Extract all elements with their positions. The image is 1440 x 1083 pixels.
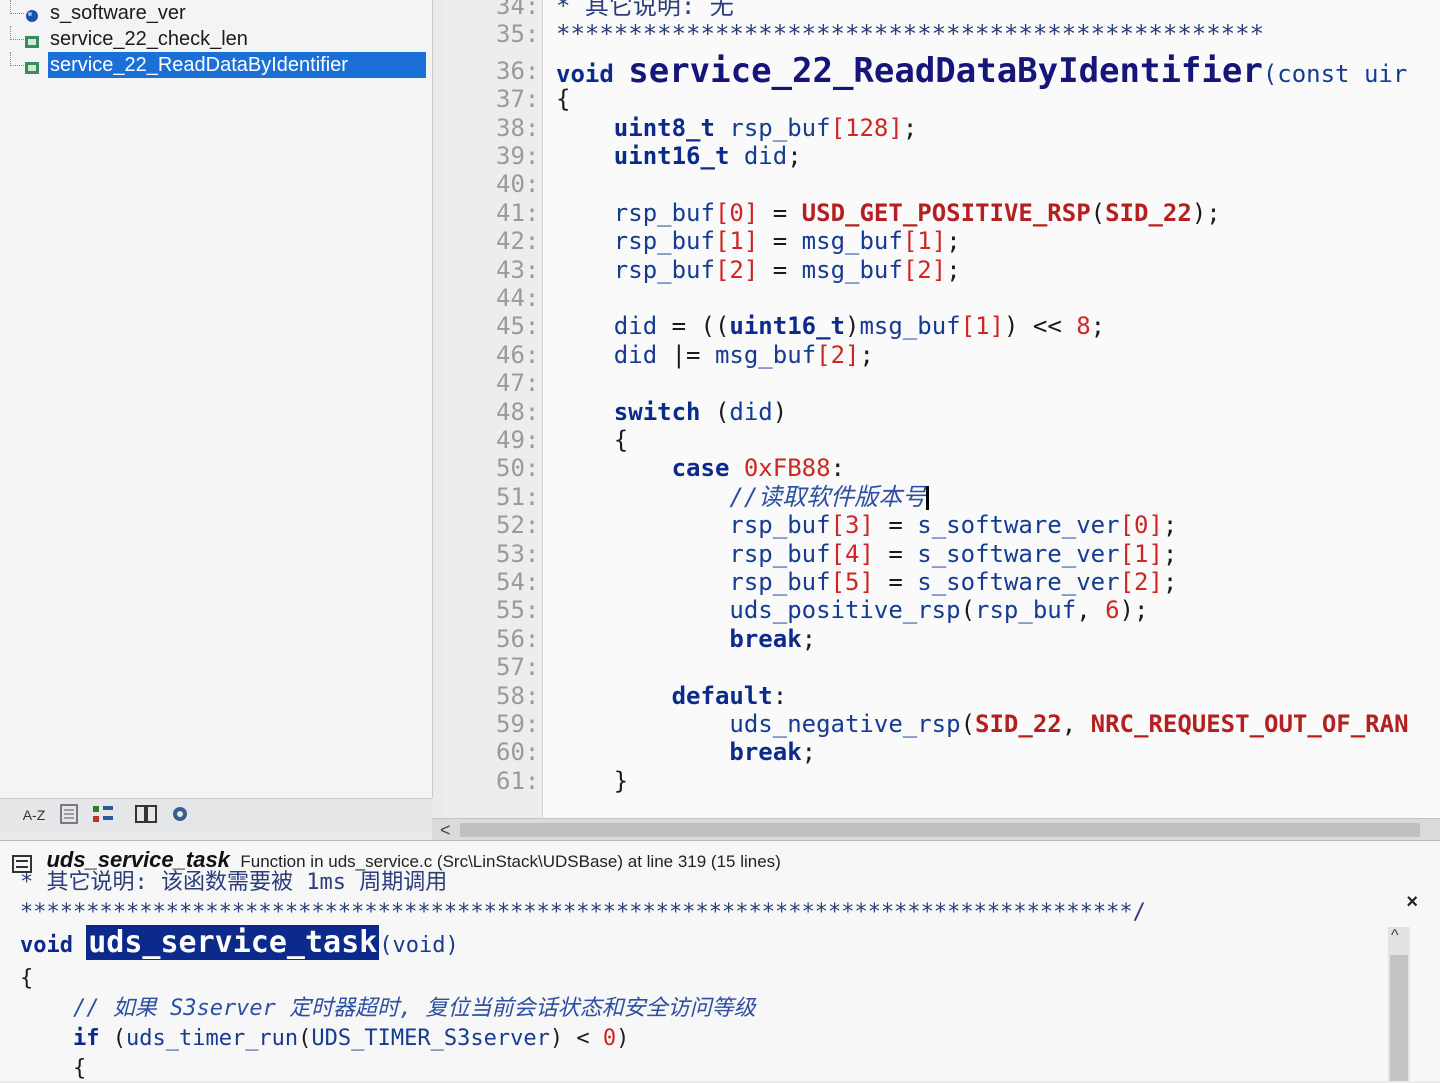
horizontal-scrollbar[interactable]: < <box>432 818 1440 841</box>
code-line[interactable]: switch (did) <box>444 398 1440 427</box>
context-code-line: if (uds_timer_run(UDS_TIMER_S3server) < … <box>72 1026 630 1051</box>
code-line[interactable]: break; <box>444 738 1440 767</box>
variable-icon <box>24 5 40 22</box>
close-button[interactable]: × <box>1406 891 1418 914</box>
scrollbar-thumb[interactable] <box>460 823 1420 837</box>
code-line[interactable]: { <box>444 85 1440 114</box>
code-line[interactable]: rsp_buf[1] = msg_buf[1]; <box>444 227 1440 256</box>
code-line[interactable]: uint16_t did; <box>444 142 1440 171</box>
code-line[interactable]: * 其它说明: 无 <box>444 0 1440 21</box>
symbol-list: s_software_ver service_22_check_len servic… <box>0 0 432 78</box>
function-icon <box>24 31 40 48</box>
code-line[interactable]: rsp_buf[5] = s_software_ver[2]; <box>444 568 1440 597</box>
vertical-scrollbar[interactable]: ^ <box>1388 927 1410 1081</box>
list-icon[interactable] <box>58 803 80 827</box>
code-line[interactable]: uds_positive_rsp(rsp_buf, 6); <box>444 596 1440 625</box>
symbol-label: s_software_ver <box>50 2 186 24</box>
context-code-line: { <box>20 966 34 991</box>
code-line[interactable]: } <box>444 767 1440 796</box>
context-code-line: void uds_service_task(void) <box>20 925 459 960</box>
code-line[interactable] <box>444 653 1440 682</box>
highlighted-symbol: uds_service_task <box>86 925 380 960</box>
symbol-label: service_22_check_len <box>50 28 248 50</box>
text-cursor <box>926 485 930 510</box>
code-line[interactable] <box>444 284 1440 313</box>
book-icon[interactable] <box>134 803 158 827</box>
code-line[interactable]: default: <box>444 682 1440 711</box>
context-code-line: ****************************************… <box>20 900 1146 925</box>
code-line[interactable]: ****************************************… <box>444 20 1440 49</box>
context-code-line: * 其它说明: 该函数需要被 1ms 周期调用 <box>20 870 448 895</box>
scroll-left-icon[interactable]: < <box>440 819 451 841</box>
context-code-line: // 如果 S3server 定时器超时, 复位当前会话状态和安全访问等级 <box>20 996 756 1021</box>
symbol-panel: s_software_ver service_22_check_len servic… <box>0 0 433 798</box>
context-window: uds_service_task Function in uds_service… <box>0 840 1440 1081</box>
code-line[interactable]: break; <box>444 625 1440 654</box>
tree-connector <box>10 52 24 66</box>
tree-connector <box>10 0 24 14</box>
code-line[interactable]: uds_negative_rsp(SID_22, NRC_REQUEST_OUT… <box>444 710 1440 739</box>
gear-icon[interactable] <box>168 803 192 827</box>
function-icon <box>24 57 40 74</box>
code-line[interactable]: rsp_buf[0] = USD_GET_POSITIVE_RSP(SID_22… <box>444 199 1440 228</box>
tree-icon[interactable] <box>90 803 118 827</box>
code-line[interactable]: case 0xFB88: <box>444 454 1440 483</box>
context-code-line: { <box>20 1056 87 1081</box>
symbol-item[interactable]: service_22_check_len <box>0 26 432 52</box>
code-line[interactable]: //读取软件版本号 <box>444 483 1440 512</box>
symbol-label: service_22_ReadDataByIdentifier <box>48 52 426 78</box>
symbol-item[interactable]: service_22_ReadDataByIdentifier <box>0 52 432 78</box>
scroll-up-icon[interactable]: ^ <box>1391 927 1399 945</box>
scrollbar-thumb[interactable] <box>1390 955 1408 1081</box>
code-line[interactable]: void service_22_ReadDataByIdentifier(con… <box>444 54 1440 88</box>
symbol-item[interactable]: s_software_ver <box>0 0 432 26</box>
code-line[interactable]: rsp_buf[3] = s_software_ver[0]; <box>444 511 1440 540</box>
sort-az-button[interactable]: A-Z <box>20 803 48 827</box>
code-line[interactable]: did = ((uint16_t)msg_buf[1]) << 8; <box>444 312 1440 341</box>
code-editor[interactable]: 34: 35: 36: 37: 38: 39: 40: 41: 42: 43: 44: 45: 46: 4… <box>444 0 1440 818</box>
symbol-panel-toolbar: A-Z <box>0 798 432 831</box>
code-line[interactable]: did |= msg_buf[2]; <box>444 341 1440 370</box>
code-line[interactable]: { <box>444 426 1440 455</box>
code-line[interactable]: uint8_t rsp_buf[128]; <box>444 114 1440 143</box>
code-line[interactable]: rsp_buf[2] = msg_buf[2]; <box>444 256 1440 285</box>
code-line[interactable] <box>444 369 1440 398</box>
code-line[interactable] <box>444 170 1440 199</box>
tree-connector <box>10 26 24 40</box>
code-line[interactable]: rsp_buf[4] = s_software_ver[1]; <box>444 540 1440 569</box>
